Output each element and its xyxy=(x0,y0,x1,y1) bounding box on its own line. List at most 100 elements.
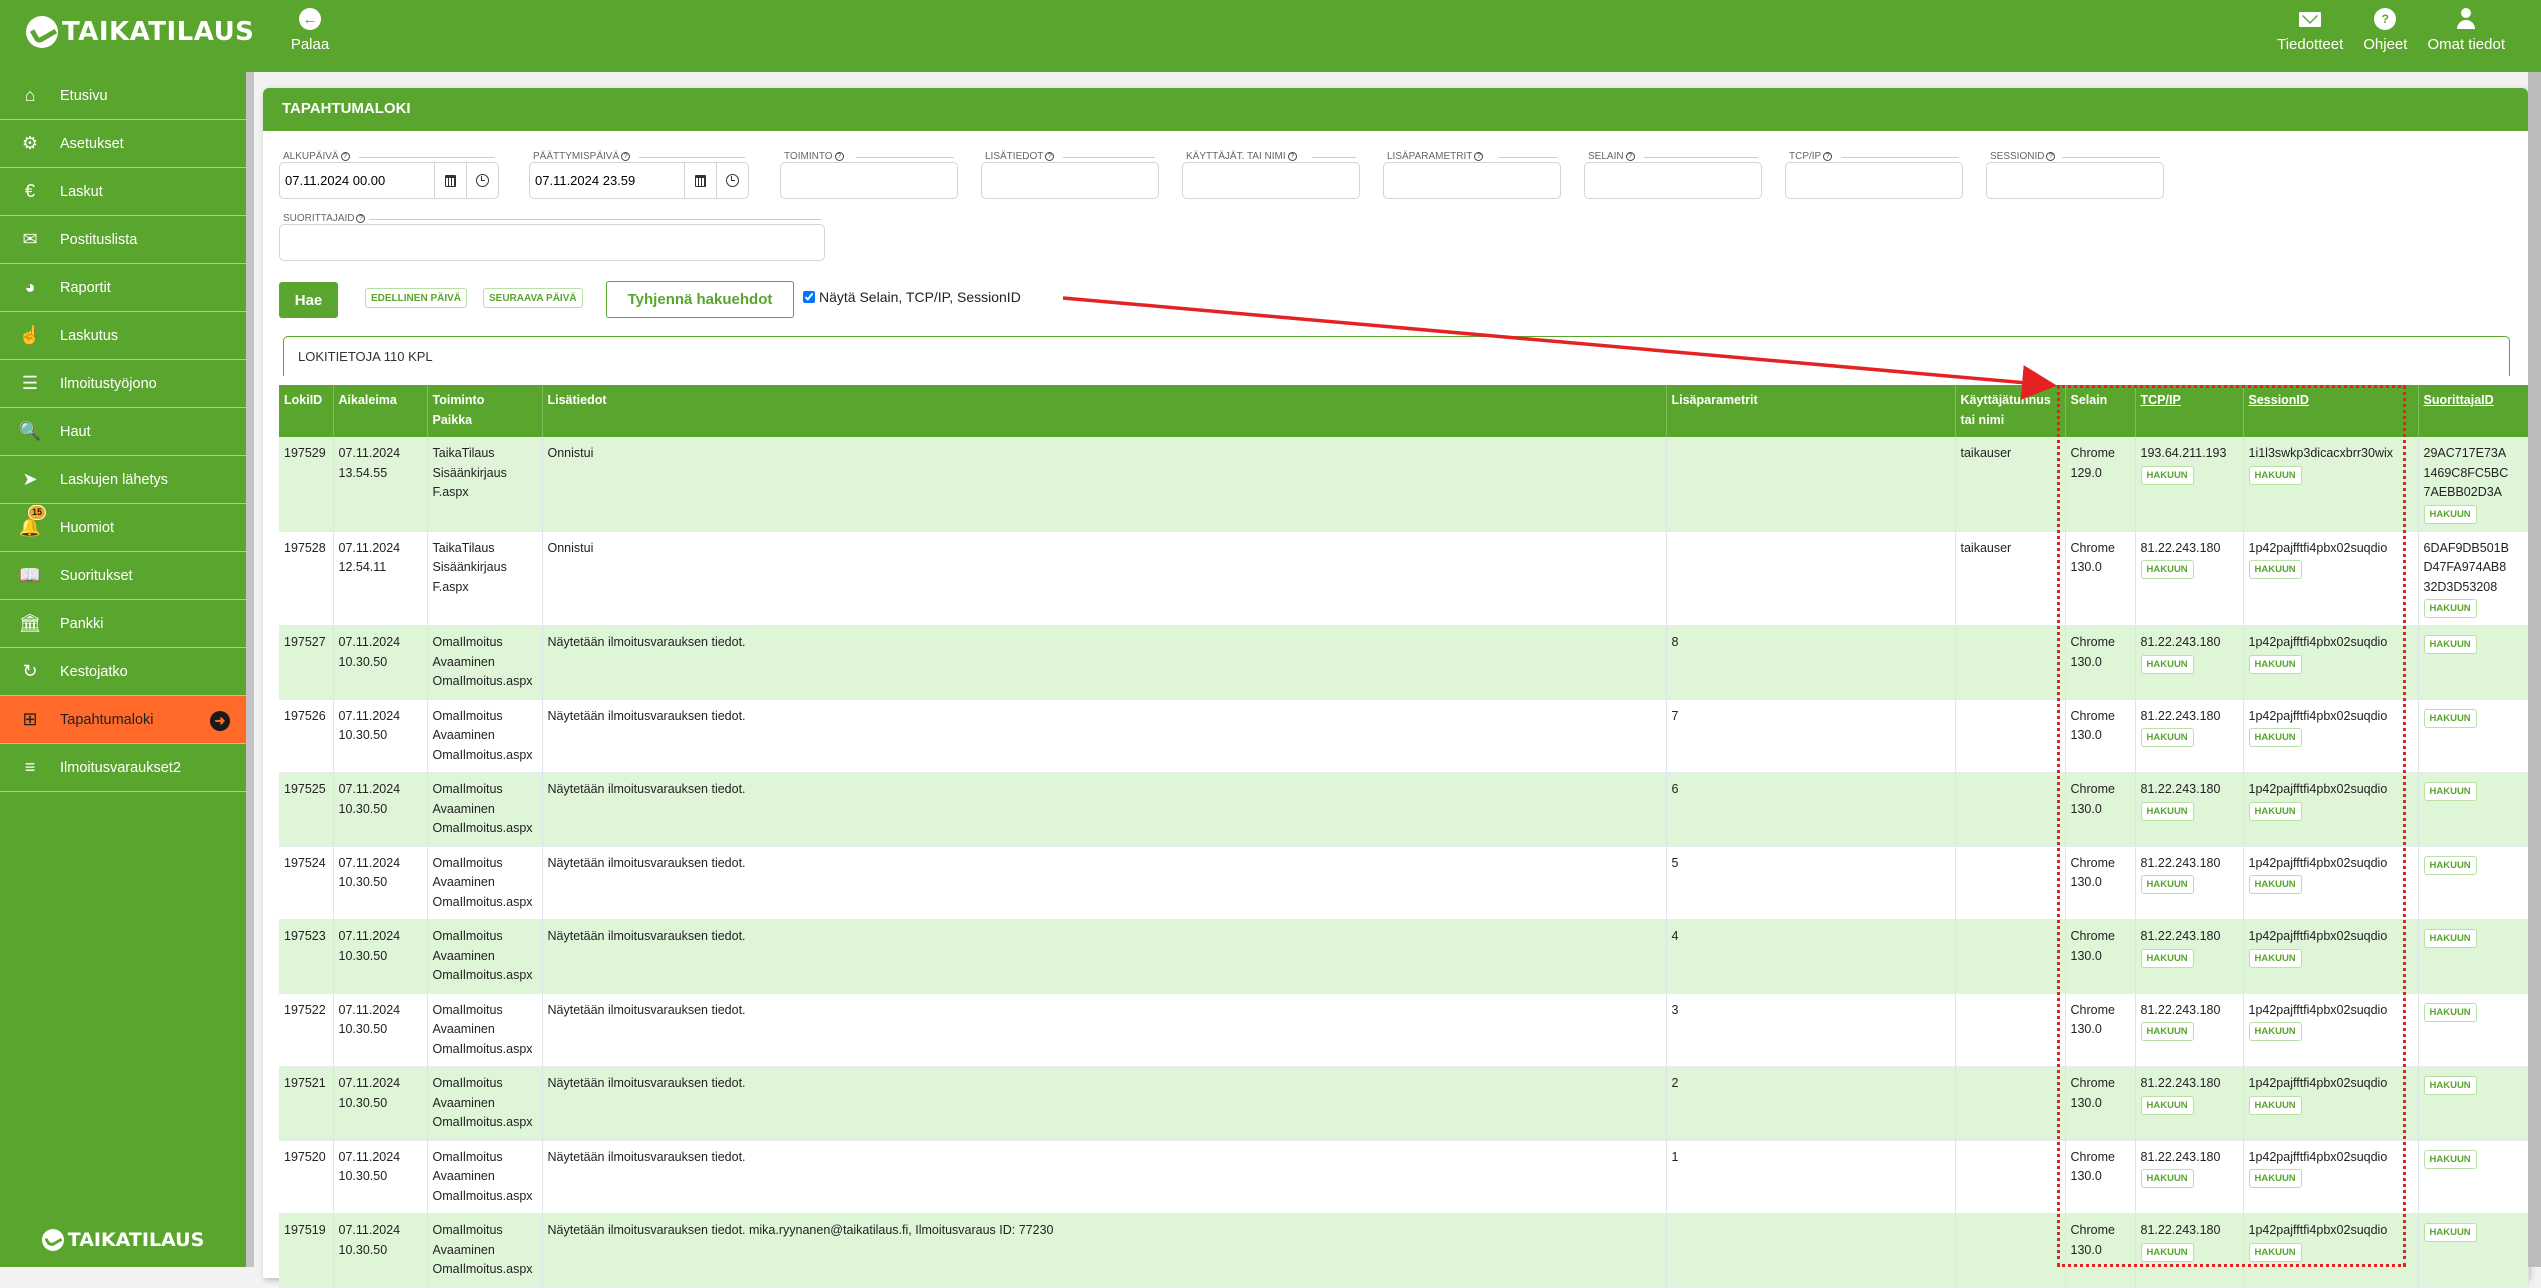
sidebar-item-laskut[interactable]: € Laskut xyxy=(0,168,246,216)
show-extra-columns-toggle[interactable]: Näytä Selain, TCP/IP, SessionID xyxy=(803,289,1021,305)
hakuun-performer-button[interactable]: HAKUUN xyxy=(2423,855,2477,875)
sidebar-item-kestojatko[interactable]: ↻ Kestojatko xyxy=(0,648,246,696)
cell-sessionid: 1p42pajfftfi4pbx02suqdio HAKUUN xyxy=(2243,699,2419,773)
calendar-button[interactable] xyxy=(434,163,466,198)
help-icon[interactable]: ? xyxy=(1045,152,1055,161)
hakuun-performer-button[interactable]: HAKUUN xyxy=(2423,1223,2477,1242)
kayttajat-input[interactable] xyxy=(1183,173,1359,188)
hakuun-session-button[interactable]: HAKUUN xyxy=(2248,875,2302,894)
hakuun-performer-button[interactable]: HAKUUN xyxy=(2423,599,2477,618)
hakuun-session-button[interactable]: HAKUUN xyxy=(2248,1022,2302,1041)
hakuun-ip-button[interactable]: HAKUUN xyxy=(2140,1095,2194,1115)
hakuun-session-button[interactable]: HAKUUN xyxy=(2248,1169,2302,1188)
help-icon[interactable]: ? xyxy=(356,214,366,223)
help-icon[interactable]: ? xyxy=(340,152,350,161)
hakuun-performer-button[interactable]: HAKUUN xyxy=(2423,1002,2477,1022)
sidebar-scrollbar[interactable] xyxy=(246,72,254,1267)
search-button[interactable]: Hae xyxy=(279,282,338,318)
time-button[interactable] xyxy=(466,163,498,198)
sidebar-item-pankki[interactable]: 🏛 Pankki xyxy=(0,600,246,648)
sidebar-item-huomiot[interactable]: 🔔 15 Huomiot xyxy=(0,504,246,552)
hakuun-ip-button[interactable]: HAKUUN xyxy=(2140,1169,2194,1188)
hakuun-session-button[interactable]: HAKUUN xyxy=(2248,654,2302,674)
cell-aikaleima: 07.11.2024 10.30.50 xyxy=(333,993,428,1067)
hakuun-performer-button[interactable]: HAKUUN xyxy=(2423,782,2477,801)
hakuun-ip-button[interactable]: HAKUUN xyxy=(2140,948,2194,968)
next-day-button[interactable]: SEURAAVA PÄIVÄ xyxy=(483,288,583,308)
lisaparametrit-input[interactable] xyxy=(1384,173,1560,188)
hakuun-session-button[interactable]: HAKUUN xyxy=(2248,465,2302,485)
hakuun-performer-button[interactable]: HAKUUN xyxy=(2423,1149,2477,1169)
cell-aikaleima: 07.11.2024 10.30.50 xyxy=(333,772,428,847)
help-icon[interactable]: ? xyxy=(1823,152,1833,161)
hakuun-performer-button[interactable]: HAKUUN xyxy=(2423,929,2477,948)
hakuun-ip-button[interactable]: HAKUUN xyxy=(2140,801,2194,821)
hakuun-performer-button[interactable]: HAKUUN xyxy=(2423,635,2477,654)
sessionid-input[interactable] xyxy=(1987,173,2163,188)
toiminto-input[interactable] xyxy=(781,173,957,188)
sidebar-item-asetukset[interactable]: ⚙ Asetukset xyxy=(0,120,246,168)
cell-aikaleima: 07.11.2024 10.30.50 xyxy=(333,625,428,700)
brand-logo[interactable]: TAIKATILAUS xyxy=(26,14,254,50)
sort-sessionid-link[interactable]: SessionID xyxy=(2249,393,2309,407)
hakuun-session-button[interactable]: HAKUUN xyxy=(2248,1242,2302,1262)
toiminto-field: TOIMINTO? xyxy=(780,151,958,199)
help-icon[interactable]: ? xyxy=(834,152,844,161)
clear-filters-button[interactable]: Tyhjennä hakuehdot xyxy=(606,281,794,318)
hakuun-performer-button[interactable]: HAKUUN xyxy=(2423,504,2477,524)
back-button[interactable]: ← Palaa xyxy=(280,8,340,53)
cell-selain: Chrome 130.0 xyxy=(2065,531,2136,626)
help-icon[interactable]: ? xyxy=(621,152,631,161)
ohjeet-button[interactable]: ? Ohjeet xyxy=(2363,8,2407,53)
sort-tcpip-link[interactable]: TCP/IP xyxy=(2141,393,2181,407)
selain-input[interactable] xyxy=(1585,173,1761,188)
help-icon[interactable]: ? xyxy=(1474,152,1484,161)
hakuun-session-button[interactable]: HAKUUN xyxy=(2248,728,2302,747)
sidebar-item-postituslista[interactable]: ✉ Postituslista xyxy=(0,216,246,264)
sort-suorittajaid-link[interactable]: SuorittajaID xyxy=(2424,393,2494,407)
hakuun-ip-button[interactable]: HAKUUN xyxy=(2140,1242,2194,1262)
hakuun-performer-button[interactable]: HAKUUN xyxy=(2423,1076,2477,1095)
lisatiedot-input[interactable] xyxy=(982,173,1158,188)
cell-selain-text: Chrome 130.0 xyxy=(2070,635,2115,669)
hakuun-ip-button[interactable]: HAKUUN xyxy=(2140,654,2194,674)
sidebar-item-suoritukset[interactable]: 📖 Suoritukset xyxy=(0,552,246,600)
hakuun-ip-button[interactable]: HAKUUN xyxy=(2140,1022,2194,1041)
hakuun-session-button[interactable]: HAKUUN xyxy=(2248,1095,2302,1115)
page-scrollbar[interactable] xyxy=(2528,72,2541,1267)
col-tcpip[interactable]: TCP/IP xyxy=(2135,385,2244,437)
omat-tiedot-button[interactable]: Omat tiedot xyxy=(2427,8,2505,53)
hakuun-ip-button[interactable]: HAKUUN xyxy=(2140,465,2194,485)
sidebar-item-etusivu[interactable]: ⌂ Etusivu xyxy=(0,72,246,120)
hakuun-session-button[interactable]: HAKUUN xyxy=(2248,948,2302,968)
sidebar-item-ilmoitustyojono[interactable]: ☰ Ilmoitustyöjono xyxy=(0,360,246,408)
hakuun-performer-button[interactable]: HAKUUN xyxy=(2423,708,2477,728)
show-extra-columns-checkbox[interactable] xyxy=(803,291,815,303)
help-icon[interactable]: ? xyxy=(1625,152,1635,161)
hakuun-ip-button[interactable]: HAKUUN xyxy=(2140,728,2194,747)
sidebar-item-haut[interactable]: 🔍 Haut xyxy=(0,408,246,456)
sidebar-item-raportit[interactable]: ◕ Raportit xyxy=(0,264,246,312)
col-suorittajaid[interactable]: SuorittajaID xyxy=(2418,385,2529,437)
cell-lokiid: 197519 xyxy=(279,1213,334,1288)
previous-day-button[interactable]: EDELLINEN PÄIVÄ xyxy=(365,288,468,308)
hakuun-session-button[interactable]: HAKUUN xyxy=(2248,801,2302,821)
col-sessionid[interactable]: SessionID xyxy=(2243,385,2419,437)
suorittajaid-input[interactable] xyxy=(280,235,824,250)
time-button[interactable] xyxy=(716,163,748,198)
hakuun-session-button[interactable]: HAKUUN xyxy=(2248,560,2302,579)
hakuun-ip-button[interactable]: HAKUUN xyxy=(2140,875,2194,894)
sidebar-item-laskutus[interactable]: ☝ Laskutus xyxy=(0,312,246,360)
hakuun-ip-button[interactable]: HAKUUN xyxy=(2140,560,2194,579)
tiedotteet-button[interactable]: Tiedotteet xyxy=(2277,8,2343,53)
calendar-button[interactable] xyxy=(684,163,716,198)
tcpip-input[interactable] xyxy=(1786,173,1962,188)
help-icon[interactable]: ? xyxy=(2046,152,2056,161)
cell-lisatiedot-text: Onnistui xyxy=(547,540,594,555)
sidebar-item-ilmoitusvaraukset2[interactable]: ≡ Ilmoitusvaraukset2 xyxy=(0,744,246,792)
sidebar-item-tapahtumaloki[interactable]: ⊞ Tapahtumaloki ➜ xyxy=(0,696,246,744)
sidebar-item-laskujen-lahetys[interactable]: ➤ Laskujen lähetys xyxy=(0,456,246,504)
paattymispaiva-input[interactable] xyxy=(530,173,684,188)
alkupaiva-input[interactable] xyxy=(280,173,434,188)
help-icon[interactable]: ? xyxy=(1287,152,1297,161)
